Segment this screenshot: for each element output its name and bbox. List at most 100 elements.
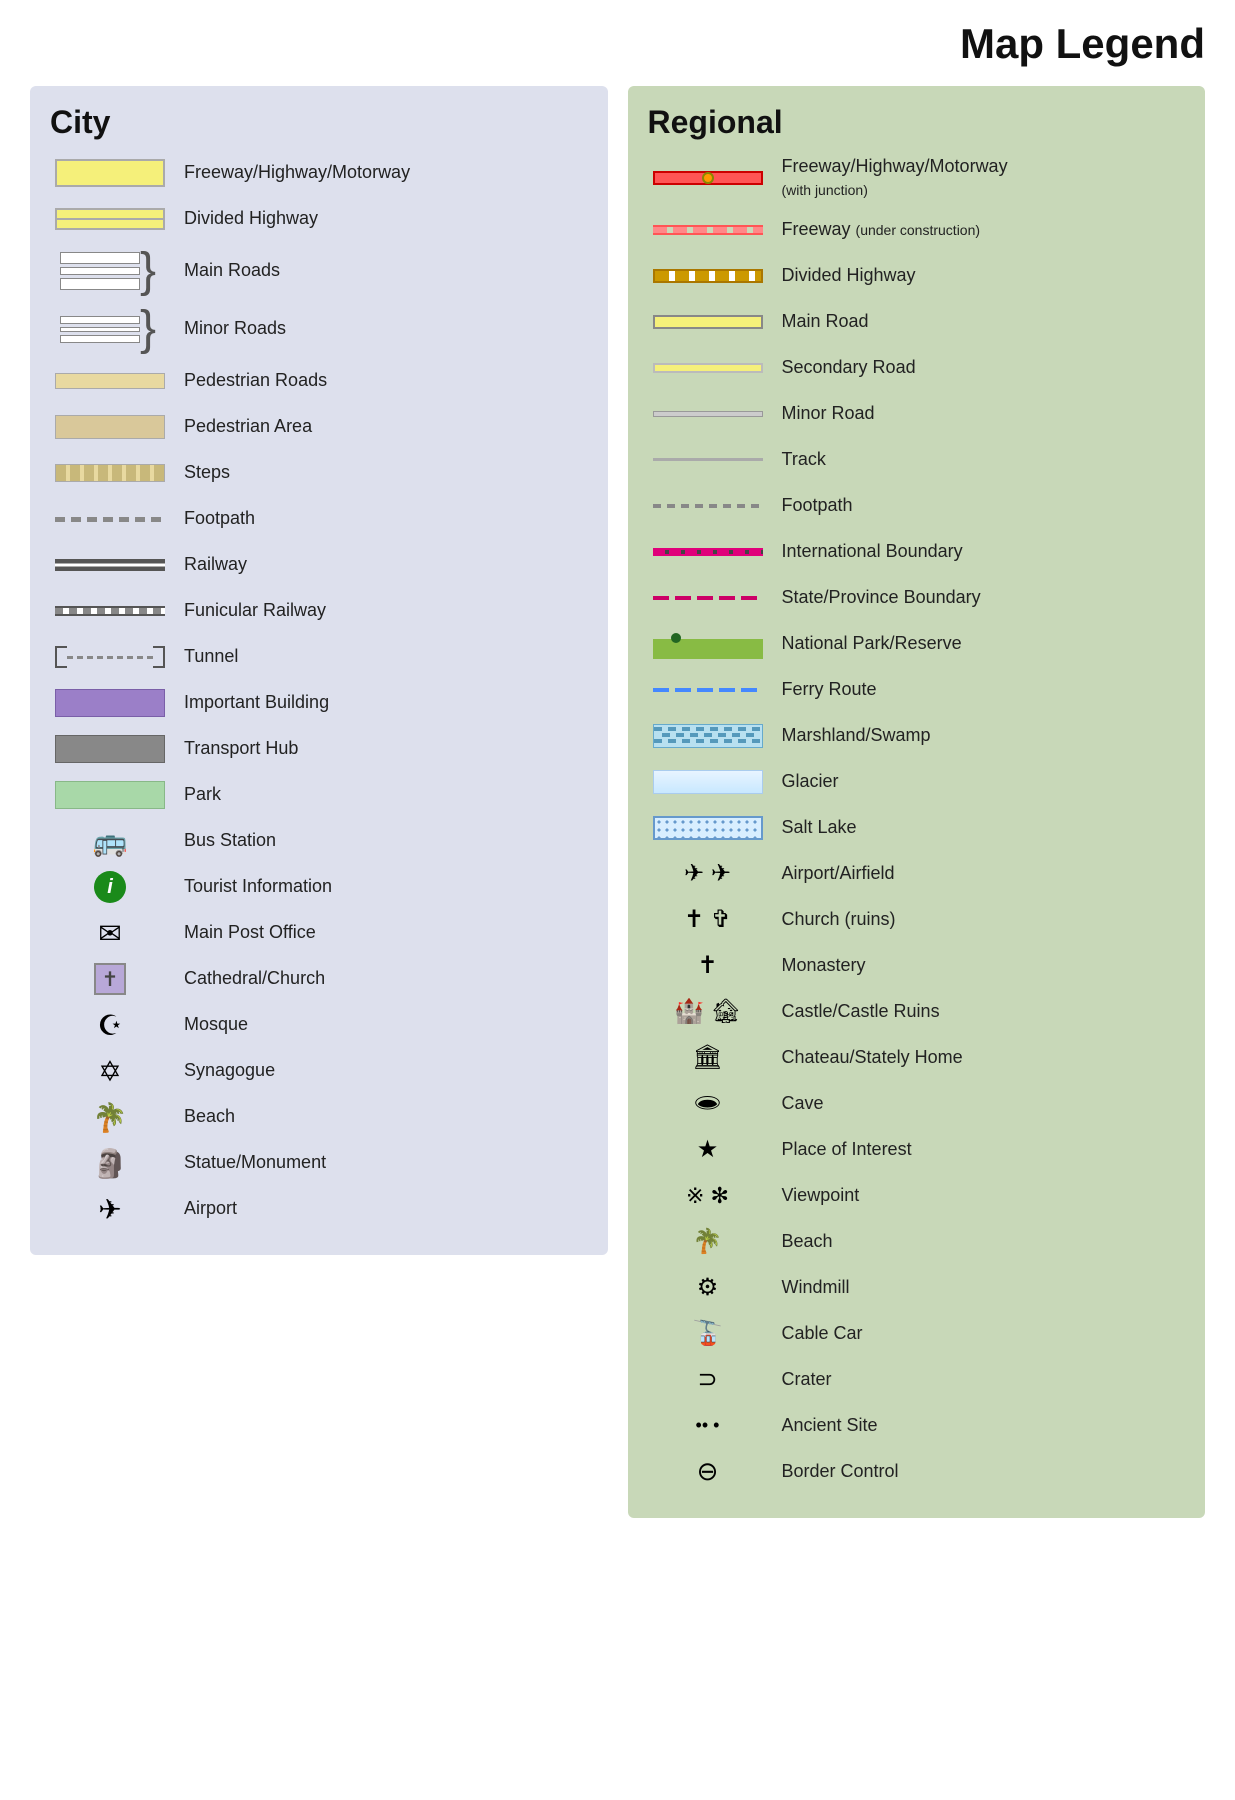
list-item: ※ ✻ Viewpoint: [648, 1178, 1186, 1214]
mosque-icon: ☪: [50, 1009, 170, 1042]
track-reg-label: Track: [782, 448, 826, 471]
ped-area-symbol: [50, 415, 170, 439]
list-item: Park: [50, 777, 588, 813]
salt-lake-label: Salt Lake: [782, 816, 857, 839]
minor-road-reg-label: Minor Road: [782, 402, 875, 425]
natl-park-label: National Park/Reserve: [782, 632, 962, 655]
beach-reg-label: Beach: [782, 1230, 833, 1253]
glacier-label: Glacier: [782, 770, 839, 793]
list-item: ✝ Cathedral/Church: [50, 961, 588, 997]
freeway-reg2-label: Freeway (under construction): [782, 218, 981, 241]
tunnel-label: Tunnel: [184, 645, 238, 668]
main-roads-symbol: }: [50, 247, 170, 295]
legend-columns: City Freeway/Highway/Motorway Divided Hi…: [30, 86, 1205, 1518]
natl-park-symbol: [648, 629, 768, 659]
railway-symbol: [50, 559, 170, 571]
freeway-city-symbol: [50, 159, 170, 187]
ancient-reg-label: Ancient Site: [782, 1414, 878, 1437]
tunnel-symbol: [50, 645, 170, 669]
list-item: Footpath: [648, 488, 1186, 524]
cablecar-reg-icon: 🚡: [648, 1319, 768, 1348]
list-item: } Main Roads: [50, 247, 588, 295]
list-item: 🚌 Bus Station: [50, 823, 588, 859]
airport-reg-label: Airport/Airfield: [782, 862, 895, 885]
state-boundary-symbol: [648, 596, 768, 600]
list-item: ✈ Airport: [50, 1191, 588, 1227]
list-item: International Boundary: [648, 534, 1186, 570]
tourist-info-label: Tourist Information: [184, 875, 332, 898]
cathedral-icon: ✝: [50, 963, 170, 995]
list-item: Track: [648, 442, 1186, 478]
footpath-city-symbol: [50, 517, 170, 522]
freeway-reg-symbol: [648, 171, 768, 185]
minor-roads-label: Minor Roads: [184, 317, 286, 340]
bus-station-icon: 🚌: [50, 825, 170, 858]
list-item: •• • Ancient Site: [648, 1408, 1186, 1444]
footpath-city-label: Footpath: [184, 507, 255, 530]
airport-city-icon: ✈: [50, 1193, 170, 1226]
crater-reg-icon: ⊃: [648, 1365, 768, 1394]
chateau-reg-label: Chateau/Stately Home: [782, 1046, 963, 1069]
post-office-label: Main Post Office: [184, 921, 316, 944]
list-item: 🗿 Statue/Monument: [50, 1145, 588, 1181]
list-item: ⊖ Border Control: [648, 1454, 1186, 1490]
park-symbol: [50, 781, 170, 809]
list-item: 🌴 Beach: [50, 1099, 588, 1135]
list-item: Tunnel: [50, 639, 588, 675]
beach-city-label: Beach: [184, 1105, 235, 1128]
regional-panel: Regional Freeway/Highway/Motorway(with j…: [628, 86, 1206, 1518]
list-item: Divided Highway: [648, 258, 1186, 294]
list-item: Railway: [50, 547, 588, 583]
list-item: Divided Highway: [50, 201, 588, 237]
list-item: 🕳 Cave: [648, 1086, 1186, 1122]
tourist-info-icon: i: [50, 871, 170, 903]
main-road-reg-label: Main Road: [782, 310, 869, 333]
divided-hwy-city-symbol: [50, 208, 170, 230]
secondary-road-reg-symbol: [648, 363, 768, 373]
railway-label: Railway: [184, 553, 247, 576]
ferry-route-label: Ferry Route: [782, 678, 877, 701]
freeway-reg2-symbol: [648, 225, 768, 235]
list-item: Freeway (under construction): [648, 212, 1186, 248]
funicular-symbol: [50, 606, 170, 616]
list-item: Pedestrian Area: [50, 409, 588, 445]
mosque-label: Mosque: [184, 1013, 248, 1036]
main-roads-label: Main Roads: [184, 259, 280, 282]
statue-label: Statue/Monument: [184, 1151, 326, 1174]
transport-hub-symbol: [50, 735, 170, 763]
city-heading: City: [50, 104, 588, 141]
footpath-reg-label: Footpath: [782, 494, 853, 517]
list-item: Marshland/Swamp: [648, 718, 1186, 754]
list-item: ★ Place of Interest: [648, 1132, 1186, 1168]
statue-icon: 🗿: [50, 1147, 170, 1180]
border-reg-icon: ⊖: [648, 1456, 768, 1487]
beach-city-icon: 🌴: [50, 1101, 170, 1134]
list-item: National Park/Reserve: [648, 626, 1186, 662]
transport-hub-label: Transport Hub: [184, 737, 298, 760]
main-road-reg-symbol: [648, 315, 768, 329]
list-item: ☪ Mosque: [50, 1007, 588, 1043]
ancient-reg-icon: •• •: [648, 1415, 768, 1436]
list-item: Pedestrian Roads: [50, 363, 588, 399]
list-item: Steps: [50, 455, 588, 491]
marshland-label: Marshland/Swamp: [782, 724, 931, 747]
list-item: Main Road: [648, 304, 1186, 340]
list-item: ⚙ Windmill: [648, 1270, 1186, 1306]
divided-hwy-city-label: Divided Highway: [184, 207, 318, 230]
list-item: Salt Lake: [648, 810, 1186, 846]
steps-label: Steps: [184, 461, 230, 484]
important-bldg-symbol: [50, 689, 170, 717]
cathedral-label: Cathedral/Church: [184, 967, 325, 990]
list-item: Important Building: [50, 685, 588, 721]
list-item: Transport Hub: [50, 731, 588, 767]
steps-symbol: [50, 464, 170, 482]
state-boundary-label: State/Province Boundary: [782, 586, 981, 609]
airport-reg-icon: ✈ ✈: [648, 859, 768, 888]
poi-reg-label: Place of Interest: [782, 1138, 912, 1161]
list-item: Minor Road: [648, 396, 1186, 432]
list-item: 🏰 🏚 Castle/Castle Ruins: [648, 994, 1186, 1030]
list-item: 🏛 Chateau/Stately Home: [648, 1040, 1186, 1076]
minor-roads-symbol: }: [50, 305, 170, 353]
bus-station-label: Bus Station: [184, 829, 276, 852]
poi-reg-icon: ★: [648, 1135, 768, 1164]
